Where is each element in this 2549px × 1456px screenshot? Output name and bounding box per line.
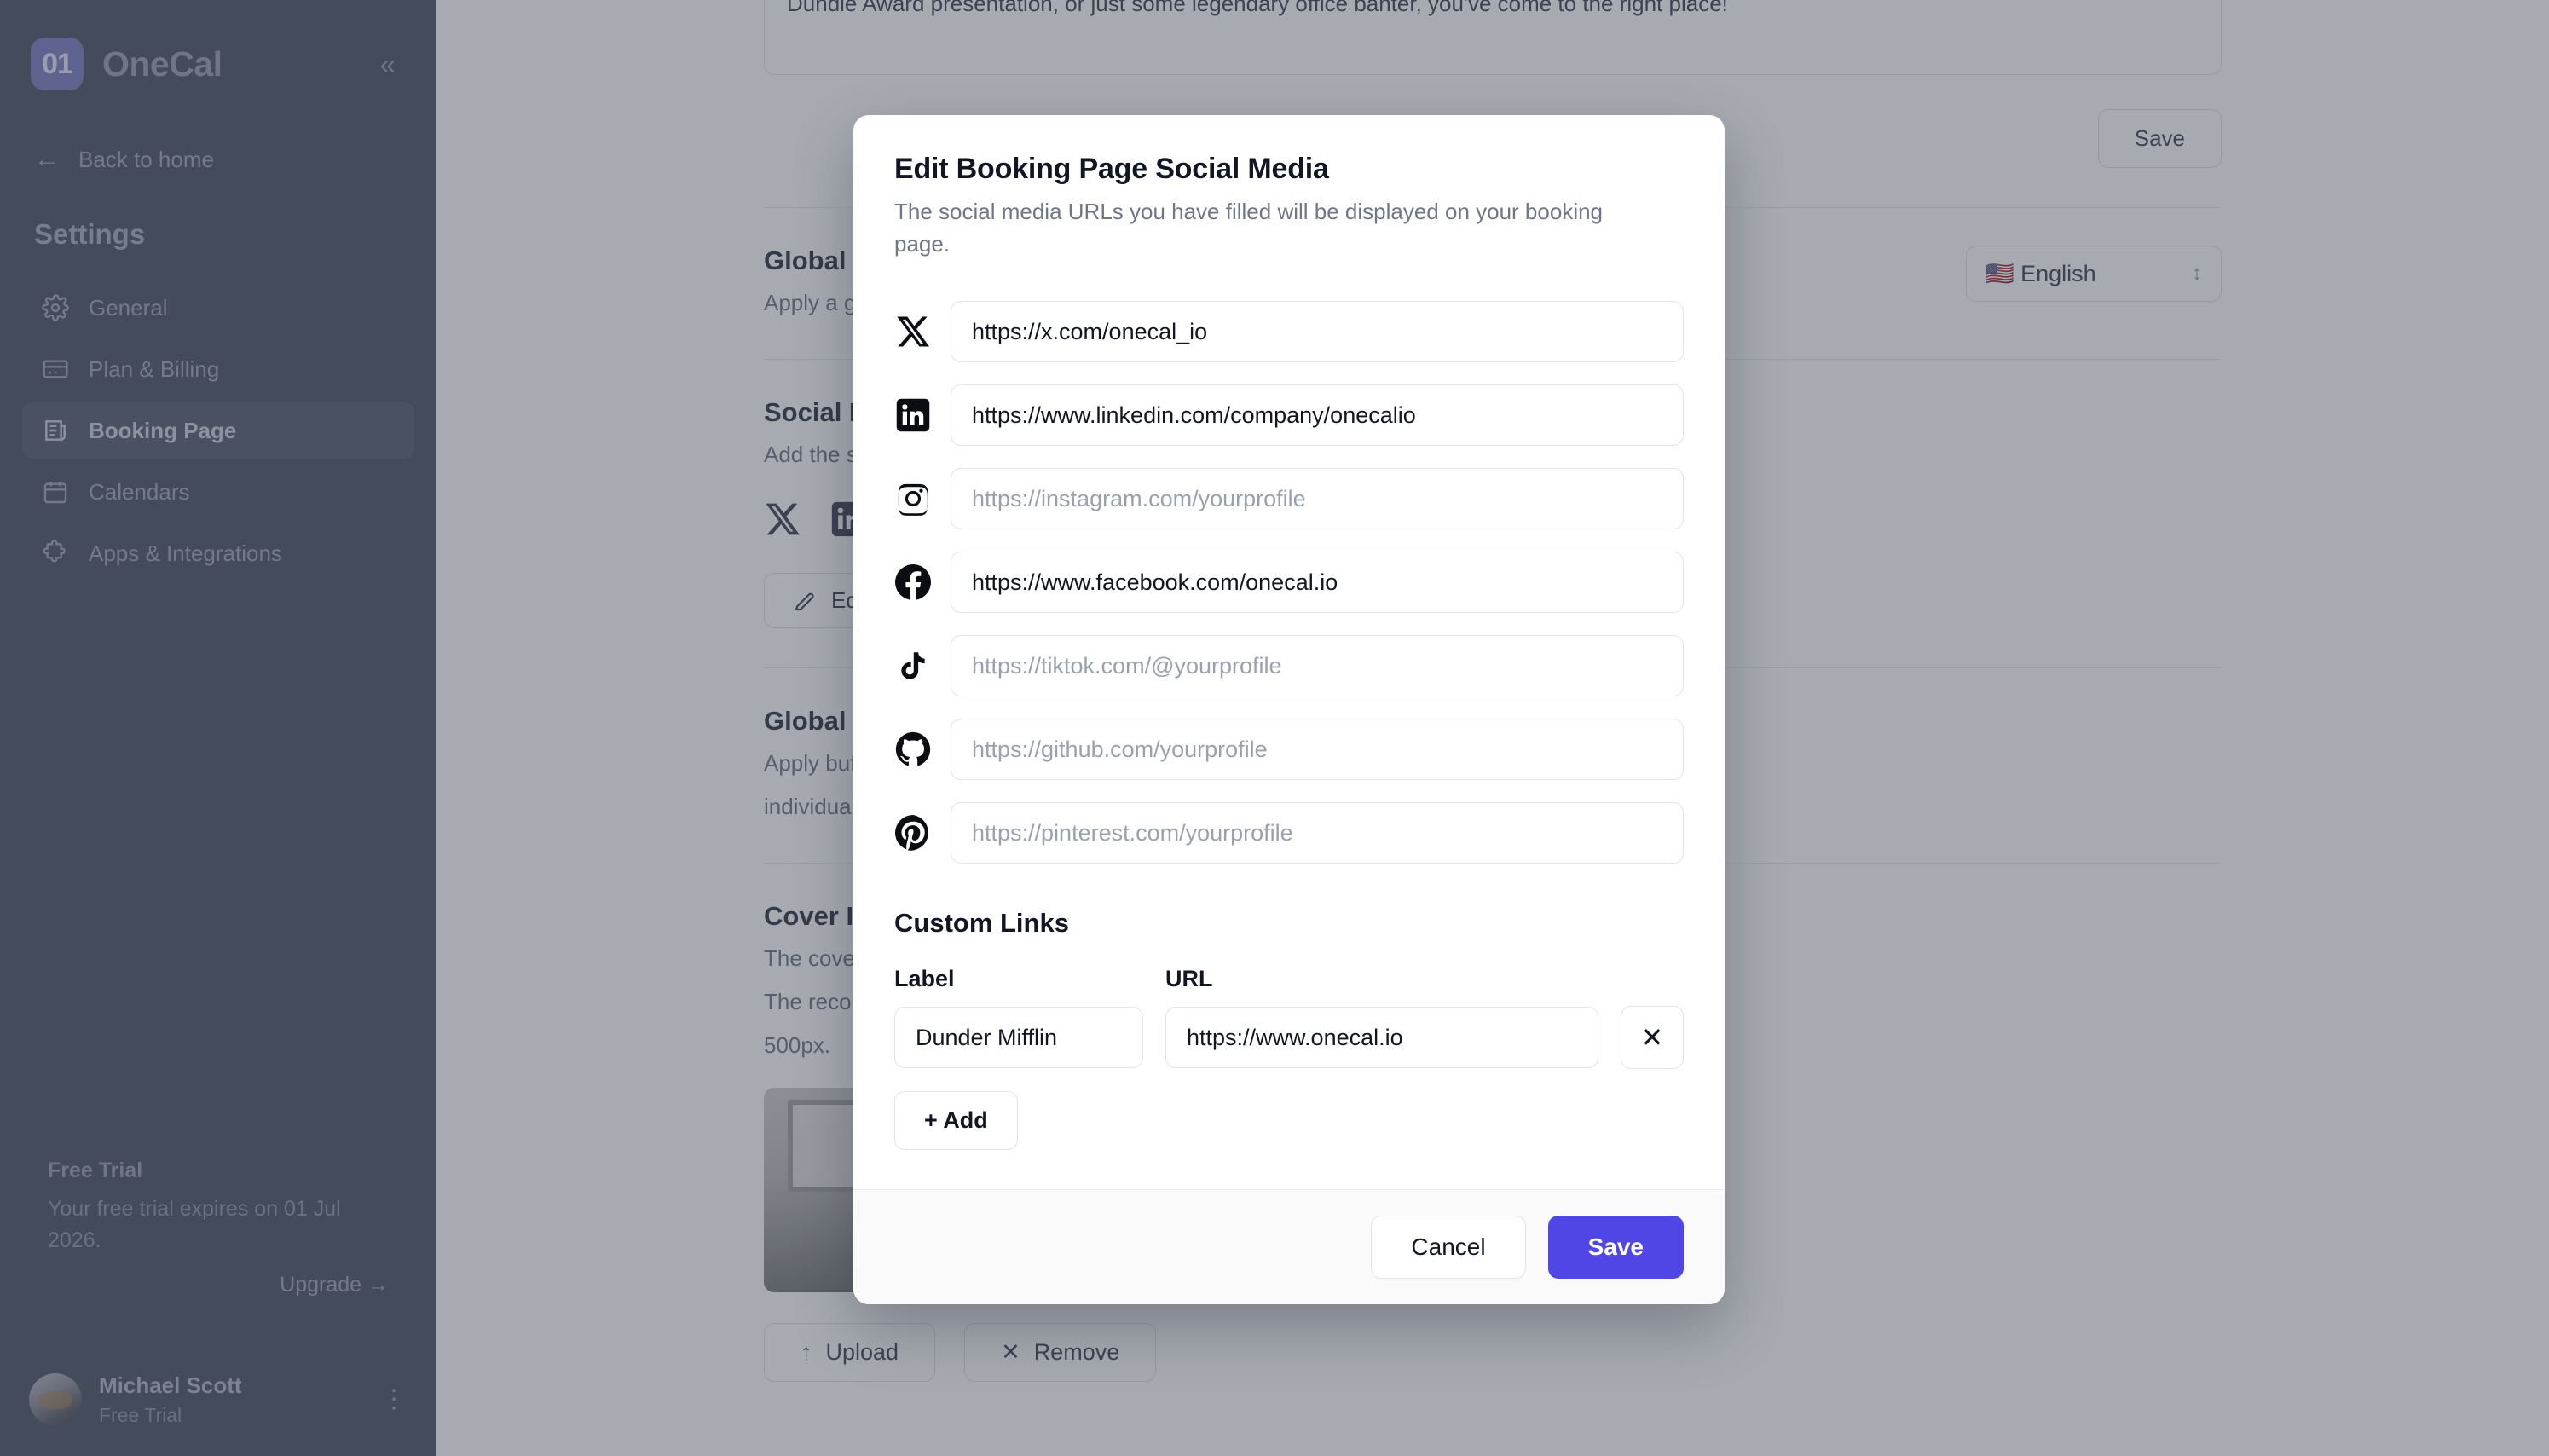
modal-subtitle: The social media URLs you have filled wi… [894, 196, 1619, 260]
pinterest-url-input[interactable] [951, 802, 1684, 864]
modal-footer: Cancel Save [853, 1189, 1725, 1304]
facebook-icon [894, 563, 932, 601]
field-row-x [894, 301, 1684, 362]
custom-links-header-row: Label URL [894, 966, 1684, 992]
custom-link-label-input[interactable] [894, 1007, 1143, 1068]
tiktok-url-input[interactable] [951, 635, 1684, 696]
x-url-input[interactable] [951, 301, 1684, 362]
github-url-input[interactable] [951, 719, 1684, 780]
custom-links-url-header: URL [1165, 966, 1684, 992]
field-row-instagram [894, 468, 1684, 529]
save-button[interactable]: Save [1548, 1216, 1684, 1279]
instagram-icon [894, 480, 932, 517]
field-row-facebook [894, 552, 1684, 613]
linkedin-url-input[interactable] [951, 384, 1684, 446]
custom-links-label-header: Label [894, 966, 1143, 992]
tiktok-icon [894, 647, 932, 685]
field-row-linkedin [894, 384, 1684, 446]
close-icon[interactable]: ✕ [1621, 1006, 1684, 1069]
cancel-button[interactable]: Cancel [1371, 1216, 1525, 1279]
custom-links-title: Custom Links [894, 908, 1684, 939]
instagram-url-input[interactable] [951, 468, 1684, 529]
field-row-tiktok [894, 635, 1684, 696]
x-twitter-icon [894, 313, 932, 350]
modal-title: Edit Booking Page Social Media [894, 153, 1684, 186]
github-icon [894, 731, 932, 768]
add-custom-link-button[interactable]: + Add [894, 1091, 1018, 1150]
custom-link-url-input[interactable] [1165, 1007, 1598, 1068]
modal-body: Custom Links Label URL ✕ + Add [853, 260, 1725, 1189]
linkedin-icon [894, 396, 932, 434]
edit-social-media-modal: Edit Booking Page Social Media The socia… [853, 115, 1725, 1304]
app-root: 01 OneCal « ← Back to home Settings Gene… [0, 0, 2549, 1456]
facebook-url-input[interactable] [951, 552, 1684, 613]
custom-link-row: ✕ [894, 1006, 1684, 1069]
field-row-github [894, 719, 1684, 780]
pinterest-icon [894, 814, 932, 852]
field-row-pinterest [894, 802, 1684, 864]
modal-header: Edit Booking Page Social Media The socia… [853, 115, 1725, 260]
